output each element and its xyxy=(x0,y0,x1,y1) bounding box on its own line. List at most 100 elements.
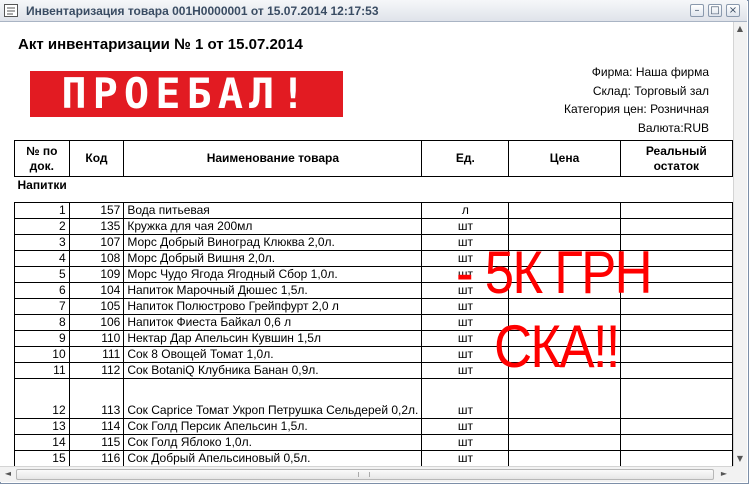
cell-code: 108 xyxy=(68,250,125,267)
group-row: Напитки xyxy=(15,177,733,193)
table-row[interactable]: 14 115 Сок Голд Яблоко 1,0л. шт xyxy=(14,434,733,451)
cell-name: Морс Добрый Вишня 2,0л. xyxy=(123,250,423,267)
col-header-code: Код xyxy=(68,140,125,177)
warehouse-label: Склад: Торговый зал xyxy=(592,83,709,98)
cell-num: 14 xyxy=(14,434,70,451)
scroll-left-icon[interactable]: ◄ xyxy=(3,469,13,479)
cell-actual[interactable] xyxy=(619,450,733,466)
table-header-row: № по док. Код Наименование товара Ед. Це… xyxy=(14,140,733,177)
document-title: Акт инвентаризации № 1 от 15.07.2014 xyxy=(18,36,303,53)
col-header-name: Наименование товара xyxy=(123,140,423,177)
cell-code: 110 xyxy=(68,330,125,347)
table-row[interactable]: 12 113 Сок Caprice Томат Укроп Петрушка Се… xyxy=(14,378,733,419)
cell-num: 1 xyxy=(14,202,70,219)
col-header-num: № по док. xyxy=(14,140,70,177)
cell-num: 15 xyxy=(14,450,70,466)
table-row[interactable]: 9 110 Нектар Дар Апельсин Кувшин 1,5л шт xyxy=(14,330,733,347)
scroll-down-icon[interactable]: ▼ xyxy=(735,454,745,464)
price-category-label: Категория цен: Розничная xyxy=(563,102,709,116)
cell-code: 106 xyxy=(68,314,125,331)
cell-name: Сок Caprice Томат Укроп Петрушка Сельдер… xyxy=(123,378,423,419)
cell-code: 135 xyxy=(68,218,125,235)
cell-num: 12 xyxy=(14,378,70,419)
cell-name: Напиток Полюстрово Грейпфурт 2,0 л xyxy=(123,298,423,315)
col-header-unit: Ед. xyxy=(421,140,510,177)
cell-name: Вода питьевая xyxy=(123,202,423,219)
cell-actual[interactable] xyxy=(619,434,733,451)
cell-code: 109 xyxy=(68,266,125,283)
cell-name: Напиток Фиеста Байкал 0,6 л xyxy=(123,314,423,331)
group-label: Напитки xyxy=(17,177,67,192)
table-row[interactable]: 8 106 Напиток Фиеста Байкал 0,6 л шт xyxy=(14,314,733,331)
maximize-button[interactable]: □ xyxy=(708,4,722,17)
cell-unit: л xyxy=(421,202,510,219)
cell-num: 5 xyxy=(14,266,70,283)
cell-price[interactable] xyxy=(508,202,621,219)
cell-unit: шт xyxy=(421,418,510,435)
minimize-icon: – xyxy=(694,5,700,16)
cell-code: 104 xyxy=(68,282,125,299)
table-row[interactable]: 11 112 Сок BotaniQ Клубника Банан 0,9л. шт xyxy=(14,362,733,379)
size-grip xyxy=(733,466,747,482)
table-row[interactable]: 15 116 Сок Добрый Апельсиновый 0,5л. шт xyxy=(14,450,733,466)
maximize-icon: □ xyxy=(710,5,720,16)
cell-num: 8 xyxy=(14,314,70,331)
cell-code: 157 xyxy=(68,202,125,219)
cell-actual[interactable] xyxy=(619,378,733,419)
cell-unit: шт xyxy=(421,450,510,466)
stamp-banner: ПРОЕБАЛ! xyxy=(30,71,343,117)
cell-code: 112 xyxy=(68,362,125,379)
cell-name: Нектар Дар Апельсин Кувшин 1,5л xyxy=(123,330,423,347)
firm-label: Фирма: Наша фирма xyxy=(591,65,709,79)
cell-actual[interactable] xyxy=(619,202,733,219)
table-row[interactable]: 1 157 Вода питьевая л xyxy=(14,202,733,219)
cell-price[interactable] xyxy=(508,418,621,435)
cell-name: Сок Добрый Апельсиновый 0,5л. xyxy=(123,450,423,466)
cell-num: 6 xyxy=(14,282,70,299)
scroll-right-icon[interactable]: ► xyxy=(719,469,729,479)
cell-num: 9 xyxy=(14,330,70,347)
spreadsheet-document[interactable]: Акт инвентаризации № 1 от 15.07.2014 ПРО… xyxy=(0,22,733,466)
cell-price[interactable] xyxy=(508,450,621,466)
close-button[interactable]: × xyxy=(726,4,740,17)
cell-num: 2 xyxy=(14,218,70,235)
cell-name: Сок BotaniQ Клубника Банан 0,9л. xyxy=(123,362,423,379)
cell-name: Кружка для чая 200мл xyxy=(123,218,423,235)
document-info: Фирма: Наша фирма Склад: Торговый зал Ка… xyxy=(564,63,709,137)
col-header-actual: Реальный остаток xyxy=(619,140,733,177)
cell-price[interactable] xyxy=(508,434,621,451)
vertical-scrollbar[interactable] xyxy=(733,22,747,466)
cell-actual[interactable] xyxy=(619,362,733,379)
overlay-text-line2: СКА!! xyxy=(494,313,620,380)
table-row[interactable]: 10 111 Сок 8 Овощей Томат 1,0л. шт xyxy=(14,346,733,363)
cell-name: Сок 8 Овощей Томат 1,0л. xyxy=(123,346,423,363)
cell-name: Сок Голд Яблоко 1,0л. xyxy=(123,434,423,451)
cell-actual[interactable] xyxy=(619,418,733,435)
cell-price[interactable] xyxy=(508,378,621,419)
cell-price[interactable] xyxy=(508,218,621,235)
cell-num: 11 xyxy=(14,362,70,379)
window-title: Инвентаризация товара 001Н0000001 от 15.… xyxy=(26,4,379,18)
cell-actual[interactable] xyxy=(619,314,733,331)
cell-unit: шт xyxy=(421,434,510,451)
cell-num: 7 xyxy=(14,298,70,315)
cell-code: 107 xyxy=(68,234,125,251)
cell-num: 10 xyxy=(14,346,70,363)
cell-actual[interactable] xyxy=(619,218,733,235)
table-row[interactable]: 13 114 Сок Голд Персик Апельсин 1,5л. шт xyxy=(14,418,733,435)
cell-actual[interactable] xyxy=(619,330,733,347)
cell-unit: шт xyxy=(421,218,510,235)
cell-actual[interactable] xyxy=(619,346,733,363)
title-bar[interactable]: Инвентаризация товара 001Н0000001 от 15.… xyxy=(0,0,747,22)
close-icon: × xyxy=(728,5,738,16)
scroll-grip-icon xyxy=(358,472,370,477)
cell-code: 113 xyxy=(68,378,125,419)
minimize-button[interactable]: – xyxy=(690,4,704,17)
cell-name: Морс Добрый Виноград Клюква 2,0л. xyxy=(123,234,423,251)
cell-code: 105 xyxy=(68,298,125,315)
table-row[interactable]: 2 135 Кружка для чая 200мл шт xyxy=(14,218,733,235)
scroll-up-icon[interactable]: ▲ xyxy=(735,24,745,34)
cell-num: 4 xyxy=(14,250,70,267)
group-gap xyxy=(14,192,733,203)
overlay-text-line1: - 5К ГРН xyxy=(456,239,653,306)
